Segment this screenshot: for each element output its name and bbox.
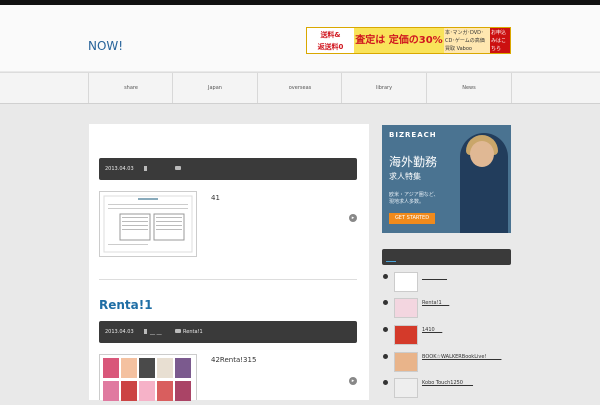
magazine-covers-image xyxy=(103,358,191,401)
ad-subheadline: 求人特集 xyxy=(389,172,421,181)
post-divider xyxy=(99,279,357,280)
post-thumbnail[interactable] xyxy=(99,191,197,257)
comment-icon xyxy=(175,329,181,333)
bullet-icon xyxy=(383,380,388,385)
post-title[interactable]: Renta!1 xyxy=(99,298,153,312)
category-icon xyxy=(144,329,147,334)
post-meta-bar: 2013.04.03 __ __ Renta!1 xyxy=(99,321,357,343)
post-date: 2013.04.03 xyxy=(105,329,134,335)
banner-free-shipping-text: 送料& 返送料0 xyxy=(307,28,355,53)
nav-item-share[interactable]: share xyxy=(88,73,173,103)
post-tag[interactable]: Renta!1 xyxy=(183,321,203,343)
read-more-icon[interactable]: ▸ xyxy=(349,377,357,385)
post-excerpt: 41 xyxy=(211,194,220,202)
post-excerpt: 42Renta!315 xyxy=(211,356,257,364)
nav-item-japan[interactable]: Japan xyxy=(172,73,257,103)
nav-item-overseas[interactable]: overseas xyxy=(257,73,342,103)
sidebar-item-label[interactable]: BOOK☆WALKERBookLive!______ xyxy=(422,354,501,360)
post-meta-bar: 2013.04.03 xyxy=(99,158,357,180)
sidebar-item-label[interactable]: 1410___ xyxy=(422,327,442,333)
post-thumbnail[interactable] xyxy=(99,354,197,401)
bullet-icon xyxy=(383,274,388,279)
main-content: 2013.04.03 41 ▸ Renta!1 2013.04.03 __ __… xyxy=(89,124,369,401)
sidebar-list-item[interactable]: 1410___ xyxy=(383,325,511,347)
sidebar-list-item[interactable]: BOOK☆WALKERBookLive!______ xyxy=(383,352,511,374)
banner-headline: 査定は 定価の30%以上 xyxy=(354,28,444,53)
read-more-icon[interactable]: ▸ xyxy=(349,214,357,222)
sidebar-list-item[interactable]: __________ xyxy=(383,272,511,294)
widget-accent-line xyxy=(386,261,396,262)
bullet-icon xyxy=(383,300,388,305)
sidebar-item-label[interactable]: Kobo Touch1250____ xyxy=(422,380,473,386)
ad-body: 欧米・アジア圏など、 現地求人多数。 xyxy=(389,192,439,205)
site-title[interactable]: NOW! xyxy=(88,39,123,53)
ad-headline: 海外勤務 xyxy=(389,155,438,169)
sidebar-list-item[interactable]: Renta!1___ xyxy=(383,298,511,320)
document-thumbnail-image xyxy=(103,195,193,253)
main-nav: share Japan overseas library News xyxy=(0,72,600,104)
sidebar-item-thumbnail[interactable] xyxy=(394,272,418,292)
comment-icon xyxy=(175,166,181,170)
category-icon xyxy=(144,166,147,171)
sidebar-item-thumbnail[interactable] xyxy=(394,298,418,318)
sidebar-item-label[interactable]: __________ xyxy=(422,274,447,280)
header-ad-banner[interactable]: 送料& 返送料0 査定は 定価の30%以上 本･マンガ･DVD･CD･ゲームの高… xyxy=(306,27,511,54)
ad-brand: BIZREACH xyxy=(389,131,437,139)
sidebar-widget-header xyxy=(382,249,511,265)
bullet-icon xyxy=(383,354,388,359)
sidebar-list-item[interactable]: Kobo Touch1250____ xyxy=(383,378,511,400)
post-category[interactable]: __ __ xyxy=(150,321,162,343)
nav-item-news[interactable]: News xyxy=(426,73,512,103)
ad-cta-button[interactable]: GET STARTED xyxy=(389,213,435,224)
sidebar-item-thumbnail[interactable] xyxy=(394,352,418,372)
banner-cta: お申込みはこちら xyxy=(490,28,510,53)
sidebar-ad-banner[interactable]: BIZREACH 海外勤務 求人特集 欧米・アジア圏など、 現地求人多数。 GE… xyxy=(382,125,511,233)
post-date: 2013.04.03 xyxy=(105,166,134,172)
sidebar-item-label[interactable]: Renta!1___ xyxy=(422,300,449,306)
sidebar-item-thumbnail[interactable] xyxy=(394,325,418,345)
site-header: NOW! 送料& 返送料0 査定は 定価の30%以上 本･マンガ･DVD･CD･… xyxy=(0,5,600,71)
bullet-icon xyxy=(383,327,388,332)
banner-subtext: 本･マンガ･DVD･CD･ゲームの高価買取 Vaboo xyxy=(444,28,490,53)
ad-person-face xyxy=(470,141,494,167)
nav-item-library[interactable]: library xyxy=(341,73,426,103)
sidebar-item-thumbnail[interactable] xyxy=(394,378,418,398)
